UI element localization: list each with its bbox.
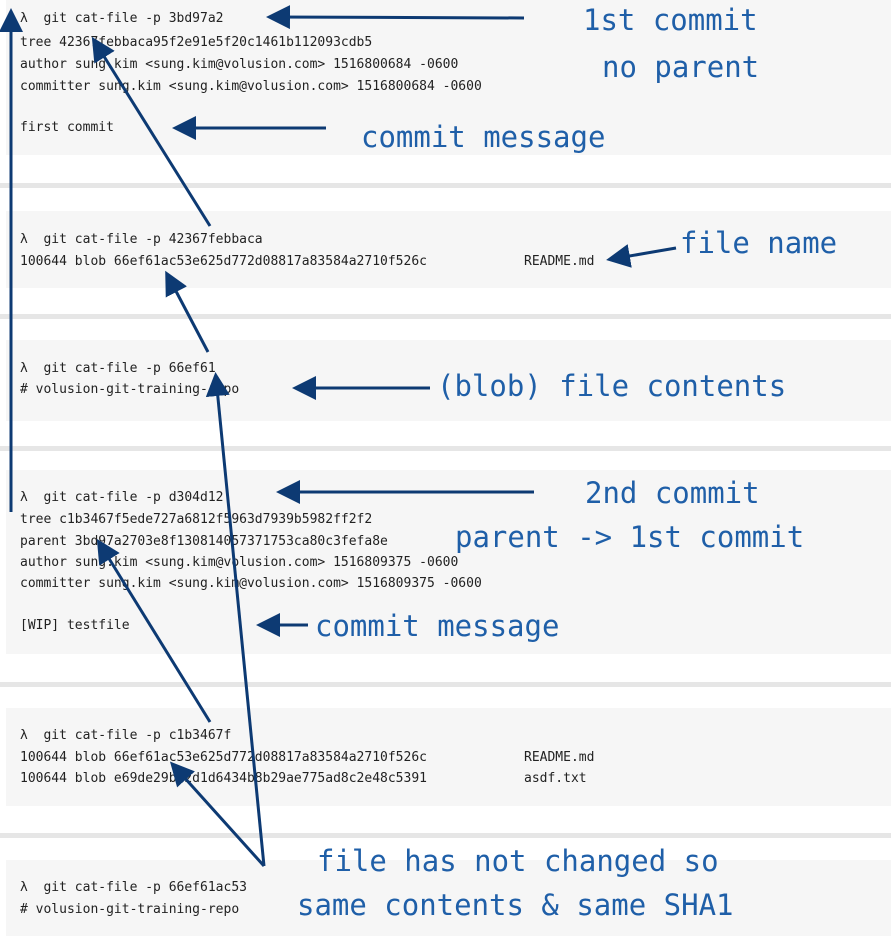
arrow-to-tree-line-2 [96,538,212,723]
arrow-to-first-commit-cmd [266,5,525,30]
arrow-layer [0,5,677,868]
arrow-unchanged-to-blob-entry [169,761,266,868]
arrow-unchanged-to-blob-cmd [205,372,266,867]
arrow-to-tree-sha [91,36,212,227]
arrow-to-file-name [606,244,677,268]
arrow-to-blob-sha [165,270,210,353]
